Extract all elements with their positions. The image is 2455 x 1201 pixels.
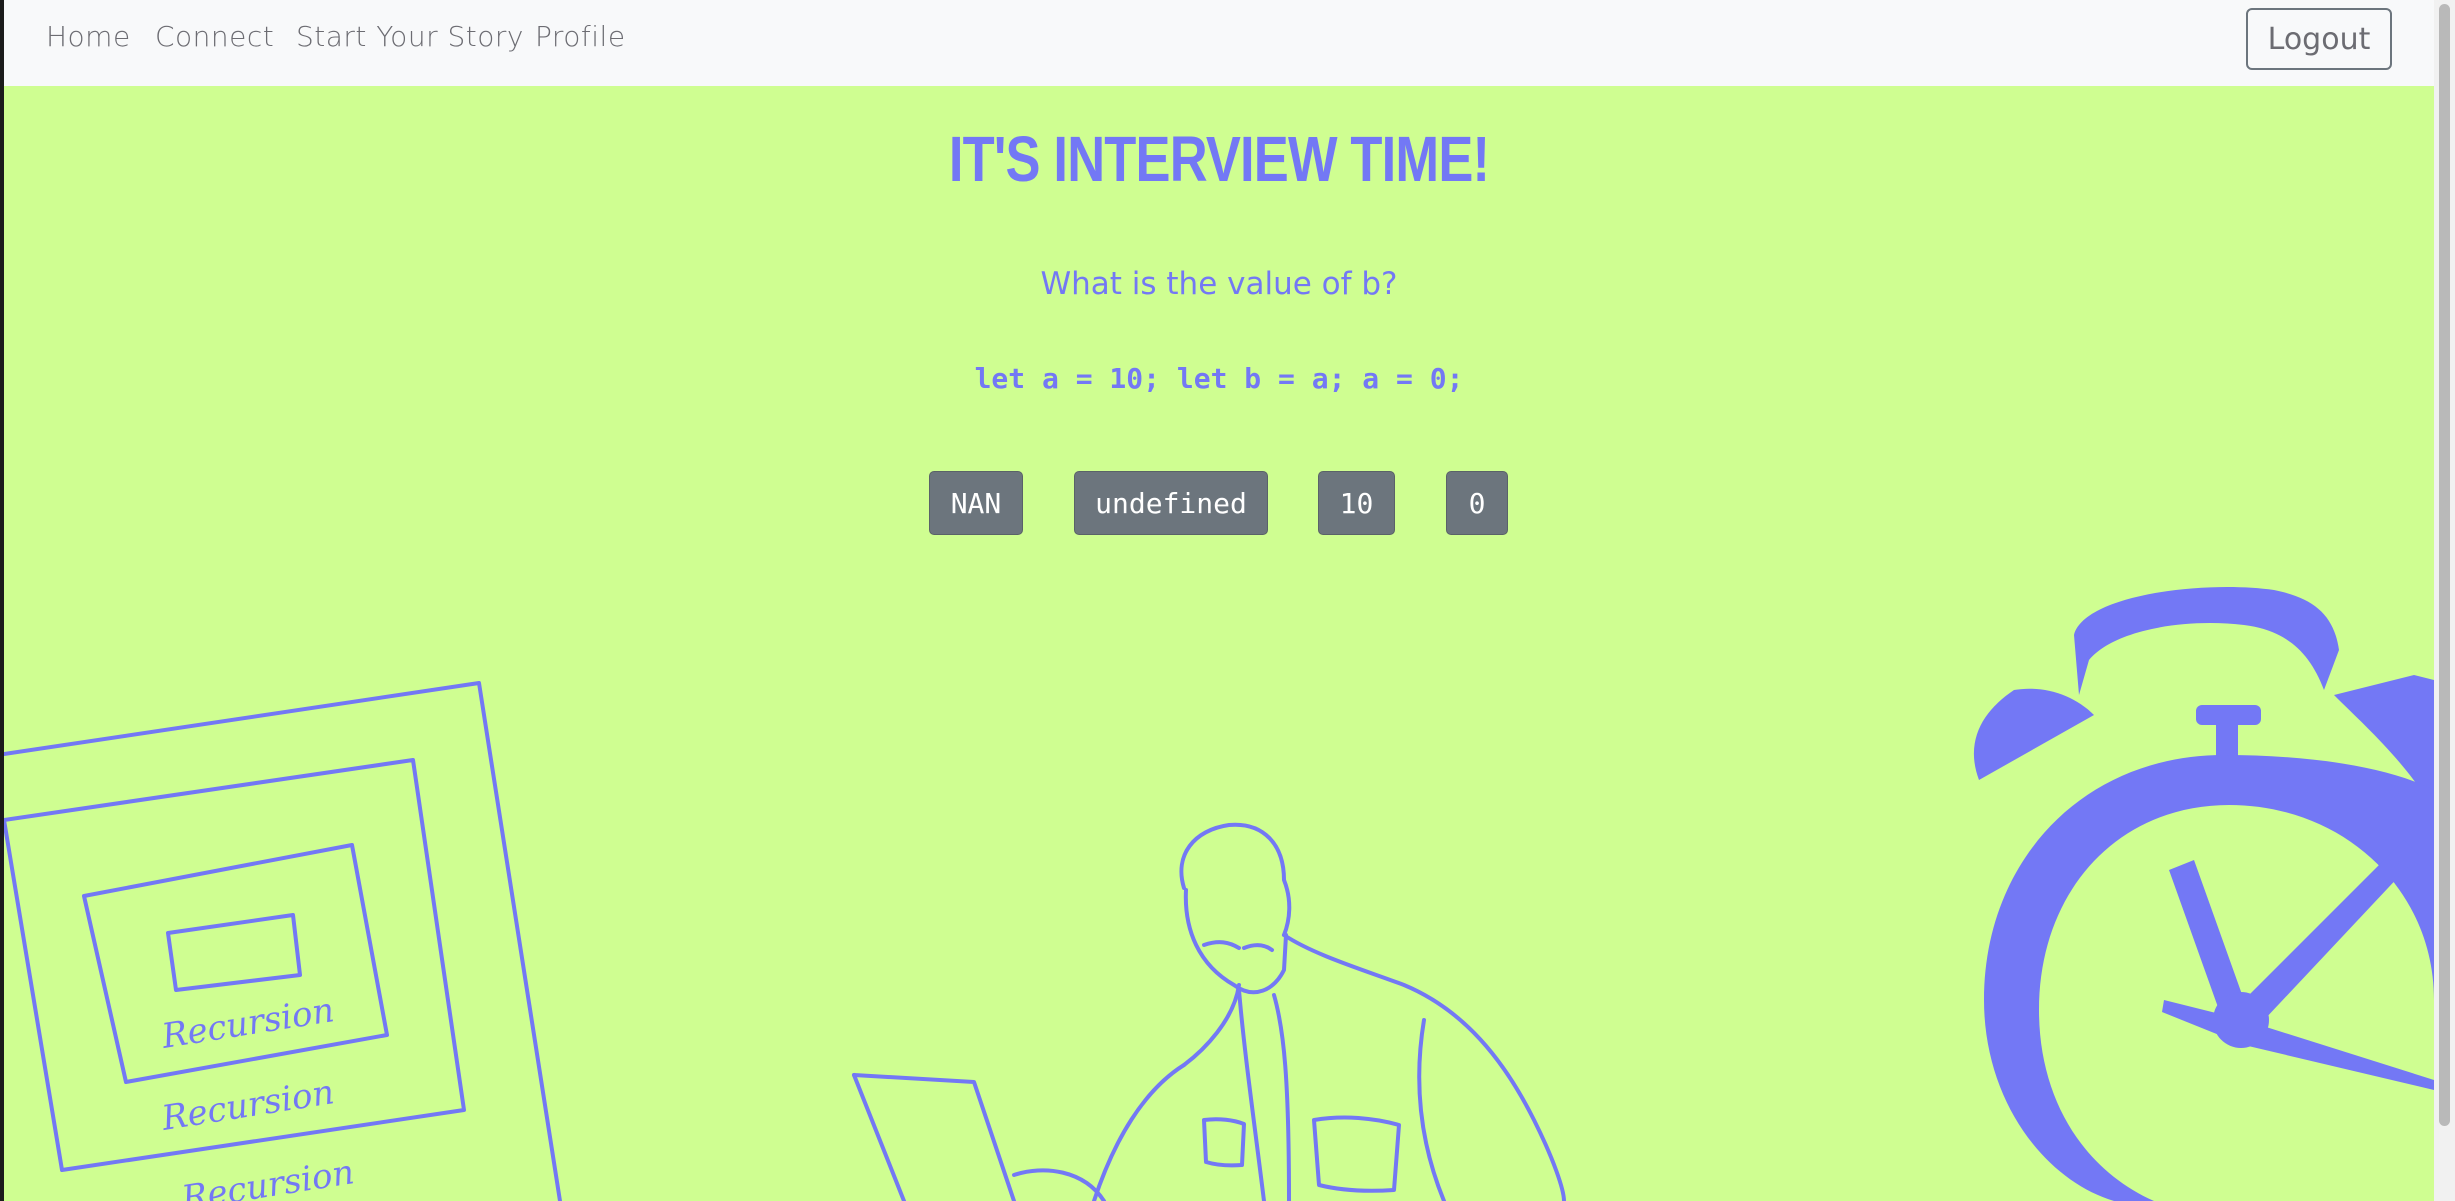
nav-start-your-story-link[interactable]: Start Your Story bbox=[296, 20, 524, 53]
nav-home-link[interactable]: Home bbox=[46, 20, 131, 53]
answer-button-undefined[interactable]: undefined bbox=[1074, 471, 1268, 535]
code-snippet: let a = 10; let b = a; a = 0; bbox=[974, 362, 1464, 395]
recursion-frames-illustration: Recursion Recursion Recursion bbox=[4, 681, 562, 1201]
page: Home Connect Start Your Story Profile Lo… bbox=[4, 0, 2434, 1201]
page-title: It's Interview Time! bbox=[948, 123, 1490, 195]
question-text: What is the value of b? bbox=[1040, 266, 1398, 302]
vertical-scrollbar[interactable] bbox=[2434, 0, 2455, 1201]
person-laptop-illustration bbox=[852, 822, 1566, 1201]
recursion-label-3: Recursion bbox=[178, 1152, 357, 1201]
navbar: Home Connect Start Your Story Profile Lo… bbox=[4, 0, 2434, 86]
logout-button[interactable]: Logout bbox=[2246, 8, 2392, 70]
recursion-label-2: Recursion bbox=[158, 1072, 337, 1139]
alarm-clock-illustration bbox=[1973, 587, 2434, 1201]
scrollbar-thumb[interactable] bbox=[2439, 4, 2450, 1126]
answer-button-10[interactable]: 10 bbox=[1318, 471, 1395, 535]
answer-button-0[interactable]: 0 bbox=[1446, 471, 1508, 535]
nav-connect-link[interactable]: Connect bbox=[155, 20, 274, 53]
answer-button-nan[interactable]: NAN bbox=[929, 471, 1023, 535]
nav-profile-link[interactable]: Profile bbox=[535, 20, 626, 53]
